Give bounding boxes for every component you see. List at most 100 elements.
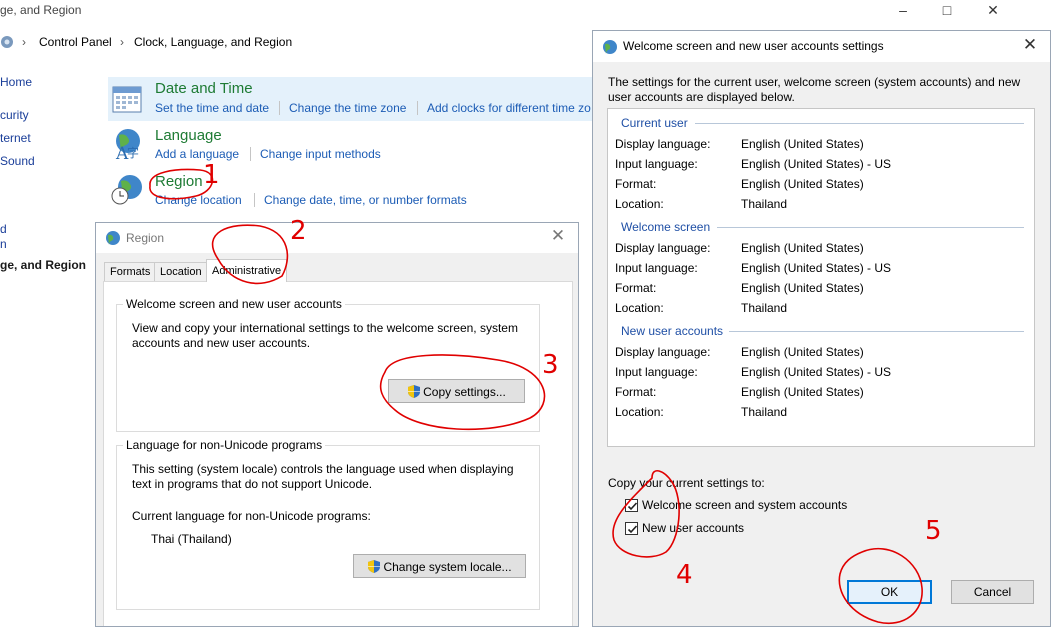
calendar-icon bbox=[112, 84, 144, 117]
category-language[interactable]: Language bbox=[155, 127, 222, 144]
group-description: View and copy your international setting… bbox=[132, 321, 518, 350]
ok-button[interactable]: OK bbox=[847, 580, 932, 604]
welcome-title-bar[interactable]: Welcome screen and new user accounts set… bbox=[593, 31, 1050, 62]
welcome-screen-checkbox-label[interactable]: Welcome screen and system accounts bbox=[642, 498, 847, 512]
tab-panel-administrative: Welcome screen and new user accounts Vie… bbox=[103, 281, 573, 626]
group-title: Language for non-Unicode programs bbox=[123, 438, 326, 452]
annotation-number: 2 bbox=[290, 216, 307, 246]
sidebar: Home curity ternet Sound d n ge, and Reg… bbox=[0, 0, 100, 627]
category-region[interactable]: Region bbox=[155, 173, 203, 190]
link-change-formats[interactable]: Change date, time, or number formats bbox=[264, 193, 467, 207]
row-label: Input language: bbox=[615, 157, 698, 171]
close-icon[interactable]: ✕ bbox=[548, 226, 568, 246]
copy-settings-to-label: Copy your current settings to: bbox=[608, 476, 765, 490]
row-value: English (United States) - US bbox=[741, 157, 892, 171]
maximize-button[interactable]: □ bbox=[924, 0, 970, 22]
row-value: English (United States) - US bbox=[741, 365, 892, 379]
link-change-input-methods[interactable]: Change input methods bbox=[260, 147, 381, 161]
link-separator bbox=[279, 101, 280, 115]
globe-icon bbox=[105, 230, 121, 249]
welcome-settings-dialog: Welcome screen and new user accounts set… bbox=[592, 30, 1051, 627]
copy-settings-label: Copy settings... bbox=[423, 384, 506, 399]
change-system-locale-button[interactable]: Change system locale... bbox=[353, 554, 526, 578]
sidebar-item-home[interactable]: Home bbox=[0, 75, 32, 89]
svg-text:字: 字 bbox=[127, 145, 139, 160]
sidebar-item-clock-language-region: ge, and Region bbox=[0, 258, 87, 272]
row-value: English (United States) bbox=[741, 177, 864, 191]
category-date-and-time[interactable]: Date and Time bbox=[155, 80, 253, 97]
welcome-screen-checkbox[interactable] bbox=[625, 499, 638, 512]
cancel-button[interactable]: Cancel bbox=[951, 580, 1034, 604]
row-label: Location: bbox=[615, 197, 664, 211]
row-label: Format: bbox=[615, 177, 657, 191]
globe-icon bbox=[602, 39, 618, 58]
section-divider bbox=[729, 331, 1024, 332]
row-label: Location: bbox=[615, 301, 664, 315]
tab-administrative[interactable]: Administrative bbox=[206, 259, 288, 282]
row-label: Format: bbox=[615, 385, 657, 399]
row-value: English (United States) bbox=[741, 345, 864, 359]
uac-shield-icon bbox=[367, 559, 381, 574]
new-user-accounts-checkbox-label[interactable]: New user accounts bbox=[642, 521, 744, 535]
section-heading-new-user-accounts: New user accounts bbox=[621, 324, 724, 338]
row-value: English (United States) - US bbox=[741, 261, 892, 275]
annotation-number: 3 bbox=[542, 350, 559, 380]
row-value: English (United States) bbox=[741, 241, 864, 255]
tab-location[interactable]: Location bbox=[154, 262, 208, 281]
close-button[interactable]: ✕ bbox=[970, 0, 1016, 22]
checkmark-icon bbox=[627, 502, 638, 511]
row-value: Thailand bbox=[741, 197, 788, 211]
row-label: Input language: bbox=[615, 365, 698, 379]
row-value: Thailand bbox=[741, 301, 788, 315]
link-separator bbox=[254, 193, 255, 207]
link-add-clocks[interactable]: Add clocks for different time zo bbox=[427, 101, 591, 115]
section-divider bbox=[695, 123, 1024, 124]
link-add-language[interactable]: Add a language bbox=[155, 147, 239, 161]
annotation-number: 1 bbox=[203, 160, 220, 190]
uac-shield-icon bbox=[407, 384, 421, 399]
tab-formats[interactable]: Formats bbox=[104, 262, 157, 281]
group-description: This setting (system locale) controls th… bbox=[132, 462, 514, 491]
copy-settings-button[interactable]: Copy settings... bbox=[388, 379, 525, 403]
row-value: English (United States) bbox=[741, 281, 864, 295]
sidebar-item-partial[interactable]: d bbox=[0, 222, 7, 236]
row-label: Location: bbox=[615, 405, 664, 419]
annotation-number: 4 bbox=[676, 560, 693, 590]
region-title-bar[interactable]: Region ✕ bbox=[96, 223, 578, 253]
minimize-button[interactable]: – bbox=[880, 0, 926, 22]
region-dialog-title: Region bbox=[126, 231, 165, 245]
welcome-screen-group: Welcome screen and new user accounts Vie… bbox=[116, 297, 540, 432]
row-label: Display language: bbox=[615, 241, 711, 255]
group-title: Welcome screen and new user accounts bbox=[123, 297, 345, 311]
row-value: English (United States) bbox=[741, 137, 864, 151]
close-icon[interactable]: ✕ bbox=[1020, 35, 1040, 55]
link-separator bbox=[250, 147, 251, 161]
new-user-accounts-checkbox[interactable] bbox=[625, 522, 638, 535]
language-globe-icon: A字 bbox=[110, 127, 146, 164]
section-heading-current-user: Current user bbox=[621, 116, 688, 130]
sidebar-item-sound[interactable]: Sound bbox=[0, 154, 35, 168]
link-change-location[interactable]: Change location bbox=[155, 193, 242, 207]
change-system-locale-label: Change system locale... bbox=[383, 559, 512, 574]
section-divider bbox=[717, 227, 1024, 228]
row-value: Thailand bbox=[741, 405, 788, 419]
sidebar-item-partial[interactable]: n bbox=[0, 237, 7, 251]
non-unicode-group: Language for non-Unicode programs This s… bbox=[116, 438, 540, 610]
current-locale-value: Thai (Thailand) bbox=[151, 532, 232, 546]
link-separator bbox=[417, 101, 418, 115]
sidebar-item-internet[interactable]: ternet bbox=[0, 131, 31, 145]
link-change-time-zone[interactable]: Change the time zone bbox=[289, 101, 406, 115]
row-value: English (United States) bbox=[741, 385, 864, 399]
link-set-time-and-date[interactable]: Set the time and date bbox=[155, 101, 269, 115]
intro-text: The settings for the current user, welco… bbox=[608, 75, 1021, 104]
welcome-dialog-title: Welcome screen and new user accounts set… bbox=[623, 39, 884, 53]
region-dialog: Region ✕ Formats Location Welcome screen… bbox=[95, 222, 579, 627]
checkmark-icon bbox=[627, 525, 638, 534]
row-label: Display language: bbox=[615, 345, 711, 359]
row-label: Display language: bbox=[615, 137, 711, 151]
row-label: Input language: bbox=[615, 261, 698, 275]
breadcrumb-clock-language-region[interactable]: Clock, Language, and Region bbox=[134, 35, 292, 49]
sidebar-item-security[interactable]: curity bbox=[0, 108, 29, 122]
breadcrumb-separator-icon: › bbox=[120, 35, 124, 49]
region-globe-icon bbox=[110, 172, 146, 209]
